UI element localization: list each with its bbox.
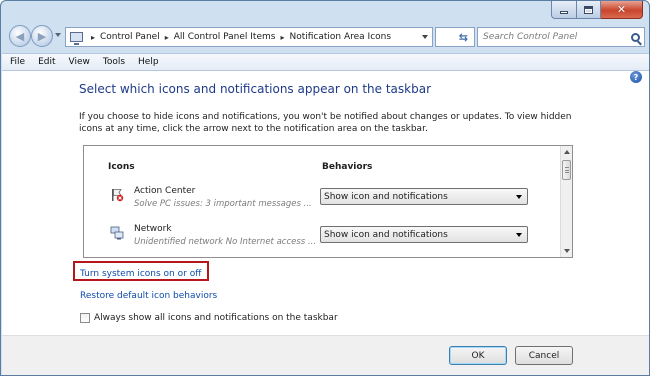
- item-name: Action Center: [134, 186, 196, 196]
- dialog-footer: OK Cancel: [2, 335, 649, 375]
- navigation-bar: ◀ ▶ ▸ Control Panel ▸ All Control Panel …: [7, 25, 645, 49]
- behavior-select-value: Show icon and notifications: [324, 229, 448, 240]
- scroll-thumb[interactable]: [562, 160, 571, 180]
- close-icon: ✕: [616, 3, 627, 16]
- item-name: Network: [134, 224, 172, 234]
- minimize-button[interactable]: [551, 1, 577, 19]
- list-item: Action Center Solve PC issues: 3 importa…: [110, 186, 550, 220]
- close-button[interactable]: ✕: [601, 1, 643, 19]
- page-description: If you choose to hide icons and notifica…: [79, 112, 572, 134]
- back-button[interactable]: ◀: [9, 25, 31, 47]
- vertical-scrollbar[interactable]: [560, 146, 572, 257]
- notification-icons-list: Icons Behaviors Action Center Solve PC i…: [83, 145, 573, 258]
- breadcrumb-all-items[interactable]: All Control Panel Items: [174, 32, 276, 42]
- menu-view[interactable]: View: [69, 57, 90, 67]
- turn-system-icons-link[interactable]: Turn system icons on or off: [80, 269, 201, 279]
- search-icon[interactable]: [631, 32, 640, 42]
- control-panel-window: ✕ ◀ ▶ ▸ Control Panel ▸ All Control Pane…: [0, 0, 650, 376]
- breadcrumb-notification-area-icons[interactable]: Notification Area Icons: [289, 32, 391, 42]
- column-header-icons: Icons: [108, 162, 135, 172]
- breadcrumb-separator[interactable]: ▸: [91, 33, 95, 42]
- help-icon[interactable]: ?: [630, 71, 642, 83]
- ok-button[interactable]: OK: [449, 346, 507, 365]
- list-item: Network Unidentified network No Internet…: [110, 224, 550, 258]
- always-show-checkbox[interactable]: [80, 313, 90, 323]
- action-center-flag-icon: [112, 189, 124, 202]
- content-pane: ? Select which icons and notifications a…: [2, 71, 649, 335]
- menu-edit[interactable]: Edit: [38, 57, 55, 67]
- grip-icon: [565, 167, 569, 173]
- search-placeholder: Search Control Panel: [483, 32, 578, 42]
- scroll-up-arrow-icon[interactable]: [564, 150, 570, 154]
- address-dropdown-icon[interactable]: [422, 35, 428, 39]
- restore-default-behaviors-link[interactable]: Restore default icon behaviors: [80, 291, 217, 301]
- minimize-icon: [560, 10, 568, 14]
- item-detail: Solve PC issues: 3 important messages ..…: [134, 199, 312, 209]
- caption-buttons: ✕: [551, 1, 643, 19]
- maximize-button[interactable]: [577, 1, 601, 19]
- back-arrow-icon: ◀: [15, 29, 25, 43]
- breadcrumb-separator[interactable]: ▸: [280, 33, 284, 42]
- forward-arrow-icon: ▶: [37, 29, 47, 43]
- breadcrumb-control-panel[interactable]: Control Panel: [100, 32, 160, 42]
- always-show-checkbox-row[interactable]: Always show all icons and notifications …: [80, 313, 338, 323]
- scroll-down-arrow-icon[interactable]: [564, 249, 570, 253]
- behavior-select[interactable]: Show icon and notifications: [320, 188, 528, 205]
- breadcrumb-separator[interactable]: ▸: [165, 33, 169, 42]
- search-input[interactable]: Search Control Panel: [477, 27, 645, 47]
- network-icon: [110, 226, 124, 240]
- refresh-icon: ⇆: [458, 30, 468, 44]
- behavior-select-value: Show icon and notifications: [324, 191, 448, 202]
- forward-button[interactable]: ▶: [31, 25, 53, 47]
- cancel-button[interactable]: Cancel: [515, 346, 573, 365]
- column-header-behaviors: Behaviors: [322, 162, 373, 172]
- refresh-button[interactable]: ⇆: [435, 27, 475, 47]
- always-show-checkbox-label[interactable]: Always show all icons and notifications …: [94, 313, 338, 323]
- maximize-icon: [584, 5, 593, 14]
- behavior-select[interactable]: Show icon and notifications: [320, 226, 528, 243]
- item-detail: Unidentified network No Internet access …: [134, 237, 317, 247]
- menu-tools[interactable]: Tools: [103, 57, 125, 67]
- menu-help[interactable]: Help: [138, 57, 159, 67]
- menu-bar: File Edit View Tools Help: [2, 53, 649, 71]
- recent-pages-dropdown-icon[interactable]: [55, 33, 61, 37]
- page-title: Select which icons and notifications app…: [79, 82, 431, 96]
- menu-file[interactable]: File: [10, 57, 25, 67]
- address-bar[interactable]: ▸ Control Panel ▸ All Control Panel Item…: [65, 27, 433, 47]
- control-panel-icon: [70, 32, 83, 45]
- chevron-down-icon: [516, 195, 522, 199]
- chevron-down-icon: [516, 233, 522, 237]
